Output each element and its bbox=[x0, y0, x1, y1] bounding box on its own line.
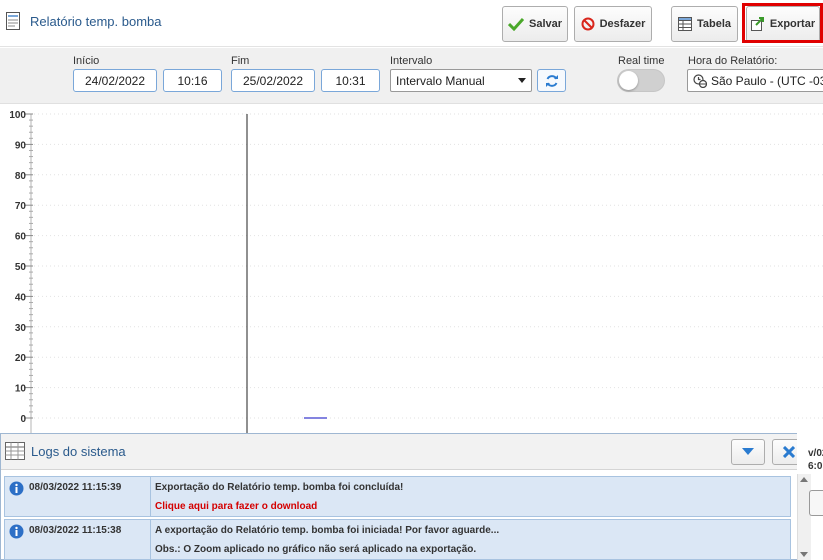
side-button-fragment[interactable] bbox=[809, 490, 823, 516]
page-title: Relatório temp. bomba bbox=[30, 13, 162, 29]
table-button-label: Tabela bbox=[696, 18, 732, 30]
y-tick-label: 100 bbox=[9, 110, 26, 121]
y-tick-label: 40 bbox=[15, 292, 27, 303]
logs-header: Logs do sistema bbox=[1, 434, 806, 470]
chart-svg[interactable]: 1009080706050403020100 bbox=[0, 104, 823, 434]
end-label: Fim bbox=[231, 55, 250, 67]
timezone-select[interactable]: São Paulo - (UTC -03:00) bbox=[687, 69, 823, 92]
y-tick-label: 60 bbox=[15, 232, 27, 243]
log-message: A exportação do Relatório temp. bomba fo… bbox=[155, 525, 500, 536]
scroll-up-icon[interactable] bbox=[800, 477, 808, 482]
grid-icon bbox=[5, 442, 25, 460]
undo-button-label: Desfazer bbox=[599, 18, 646, 30]
log-entry: 08/03/2022 11:15:39 Exportação do Relató… bbox=[4, 476, 791, 517]
title-wrap: Relatório temp. bomba bbox=[6, 12, 162, 30]
table-button[interactable]: Tabela bbox=[671, 6, 738, 42]
log-divider bbox=[150, 520, 151, 559]
start-time-input[interactable]: 10:16 bbox=[163, 69, 222, 92]
interval-select-value: Intervalo Manual bbox=[396, 73, 485, 88]
page-header: Relatório temp. bomba Salvar Desfazer Ta… bbox=[0, 0, 823, 47]
side-text-fragment: v/02 6:0 bbox=[808, 447, 823, 473]
cancel-icon bbox=[581, 17, 595, 31]
log-time: 08/03/2022 11:15:39 bbox=[29, 482, 122, 493]
y-tick-label: 90 bbox=[15, 140, 27, 151]
collapse-logs-button[interactable] bbox=[731, 439, 765, 465]
y-tick-label: 0 bbox=[20, 414, 26, 425]
info-icon bbox=[9, 481, 24, 496]
info-icon bbox=[9, 524, 24, 539]
save-button-label: Salvar bbox=[528, 18, 563, 30]
y-tick-label: 20 bbox=[15, 353, 27, 364]
end-time-input[interactable]: 10:31 bbox=[321, 69, 380, 92]
realtime-toggle-knob bbox=[619, 71, 638, 90]
log-divider bbox=[150, 477, 151, 516]
realtime-label: Real time bbox=[618, 55, 665, 67]
scroll-down-icon[interactable] bbox=[800, 552, 808, 557]
timezone-label: Hora do Relatório: bbox=[688, 55, 778, 67]
log-note: Obs.: O Zoom aplicado no gráfico não ser… bbox=[155, 544, 477, 555]
table-icon bbox=[677, 17, 692, 31]
log-message: Exportação do Relatório temp. bomba foi … bbox=[155, 482, 404, 493]
log-entry: 08/03/2022 11:15:38 A exportação do Rela… bbox=[4, 519, 791, 560]
refresh-button[interactable] bbox=[537, 69, 566, 92]
y-tick-label: 10 bbox=[15, 384, 27, 395]
download-link[interactable]: Clique aqui para fazer o download bbox=[155, 501, 317, 512]
check-icon bbox=[507, 17, 524, 31]
undo-button[interactable]: Desfazer bbox=[574, 6, 652, 42]
y-tick-label: 30 bbox=[15, 323, 27, 334]
filter-bar: Início 24/02/2022 10:16 Fim 25/02/2022 1… bbox=[0, 48, 823, 104]
timezone-value: São Paulo - (UTC -03:00) bbox=[711, 73, 823, 88]
clock-globe-icon bbox=[693, 73, 707, 88]
start-label: Início bbox=[73, 55, 100, 67]
save-button[interactable]: Salvar bbox=[502, 6, 568, 42]
realtime-toggle[interactable] bbox=[617, 69, 665, 92]
interval-select[interactable]: Intervalo Manual bbox=[390, 69, 532, 92]
chevron-down-icon bbox=[742, 448, 754, 455]
interval-label: Intervalo bbox=[390, 55, 433, 67]
export-highlight-box bbox=[742, 3, 823, 43]
y-tick-label: 50 bbox=[15, 262, 27, 273]
chevron-down-icon bbox=[518, 78, 526, 83]
side-text-line: 6:0 bbox=[808, 461, 823, 472]
logs-title: Logs do sistema bbox=[31, 444, 126, 459]
log-time: 08/03/2022 11:15:38 bbox=[29, 525, 122, 536]
start-date-input[interactable]: 24/02/2022 bbox=[73, 69, 157, 92]
end-date-input[interactable]: 25/02/2022 bbox=[231, 69, 315, 92]
close-icon bbox=[783, 446, 795, 458]
y-tick-label: 70 bbox=[15, 201, 27, 212]
chart-area[interactable]: 100 90 80 70 60 50 40 30 20 10 0 bbox=[0, 104, 823, 434]
logs-scrollbar[interactable] bbox=[797, 474, 811, 560]
y-tick-label: 80 bbox=[15, 171, 27, 182]
report-icon bbox=[6, 12, 20, 30]
side-text-line: v/02 bbox=[808, 448, 823, 459]
logs-panel: Logs do sistema 08/03/2022 11:15:39 Expo… bbox=[0, 433, 806, 560]
refresh-icon bbox=[545, 74, 558, 87]
